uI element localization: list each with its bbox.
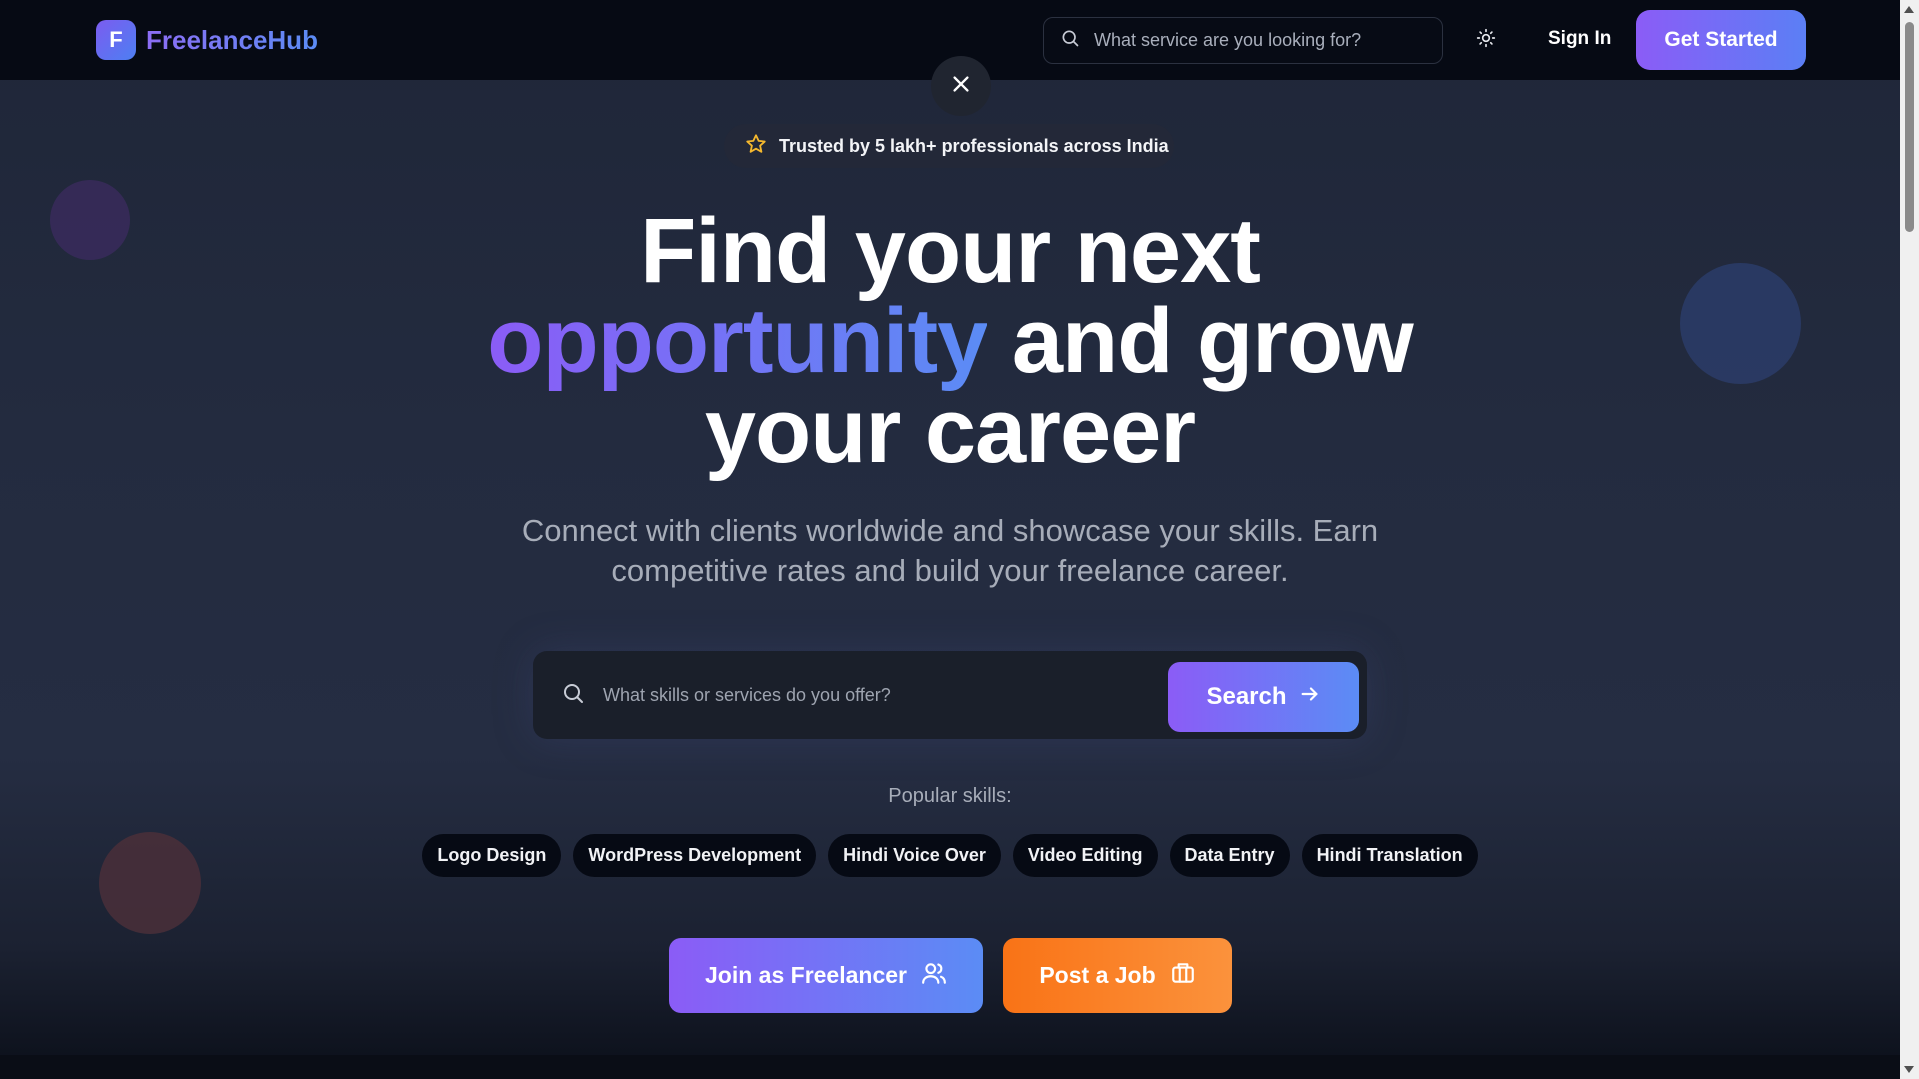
hero-subheading: Connect with clients worldwide and showc… xyxy=(521,513,1379,588)
logo-mark: F xyxy=(96,20,136,60)
post-a-job-button[interactable]: Post a Job xyxy=(1003,938,1232,1013)
skill-chip[interactable]: Hindi Voice Over xyxy=(828,834,1001,877)
get-started-button[interactable]: Get Started xyxy=(1636,10,1806,70)
post-a-job-label: Post a Job xyxy=(1039,962,1156,988)
search-icon xyxy=(1060,28,1080,53)
skill-chip[interactable]: WordPress Development xyxy=(573,834,817,877)
theme-toggle-button[interactable] xyxy=(1472,26,1500,54)
skill-chip[interactable]: Logo Design xyxy=(422,834,562,877)
header-search-input[interactable] xyxy=(1094,30,1414,51)
skill-chip[interactable]: Video Editing xyxy=(1012,834,1158,877)
trust-badge-text: Trusted by 5 lakh+ professionals across … xyxy=(779,135,1169,156)
skills-search-input[interactable] xyxy=(603,684,1143,706)
hero-search-bar[interactable]: Search xyxy=(533,651,1367,739)
popular-skills-list: Logo Design WordPress Development Hindi … xyxy=(0,834,1900,877)
search-icon xyxy=(561,681,585,710)
popular-skills-label: Popular skills: xyxy=(888,785,1012,807)
headline-line-1: Find your next xyxy=(640,200,1261,302)
trust-badge: Trusted by 5 lakh+ professionals across … xyxy=(724,124,1174,168)
header-search[interactable] xyxy=(1043,17,1443,64)
next-section-edge xyxy=(0,1055,1900,1079)
headline-line-2: and grow xyxy=(987,290,1414,392)
close-button[interactable] xyxy=(931,56,991,116)
join-as-freelancer-label: Join as Freelancer xyxy=(705,962,907,988)
briefcase-icon xyxy=(1170,960,1196,992)
star-icon xyxy=(745,133,767,160)
page-scrollbar[interactable] xyxy=(1900,0,1919,1079)
scrollbar-thumb[interactable] xyxy=(1905,22,1914,232)
arrow-right-icon xyxy=(1299,683,1321,712)
scroll-down-arrow-icon[interactable] xyxy=(1904,1066,1914,1073)
users-icon xyxy=(921,960,947,992)
skill-chip[interactable]: Data Entry xyxy=(1169,834,1290,877)
search-button-label: Search xyxy=(1206,683,1287,710)
scroll-up-arrow-icon[interactable] xyxy=(1904,6,1914,13)
headline-accent: opportunity xyxy=(487,290,988,392)
brand-name: FreelanceHub xyxy=(146,24,318,55)
sign-in-link[interactable]: Sign In xyxy=(1548,28,1611,50)
hero-headline: Find your next opportunity and grow your… xyxy=(0,205,1900,477)
search-button[interactable]: Search xyxy=(1168,662,1359,732)
landing-page: F FreelanceHub Sign In Get Started Trust… xyxy=(0,0,1900,1079)
close-icon xyxy=(950,73,972,100)
skill-chip[interactable]: Hindi Translation xyxy=(1301,834,1478,877)
brand-logo[interactable]: F FreelanceHub xyxy=(96,20,318,60)
headline-line-3: your career xyxy=(704,380,1196,482)
sun-icon xyxy=(1476,28,1496,53)
join-as-freelancer-button[interactable]: Join as Freelancer xyxy=(669,938,983,1013)
